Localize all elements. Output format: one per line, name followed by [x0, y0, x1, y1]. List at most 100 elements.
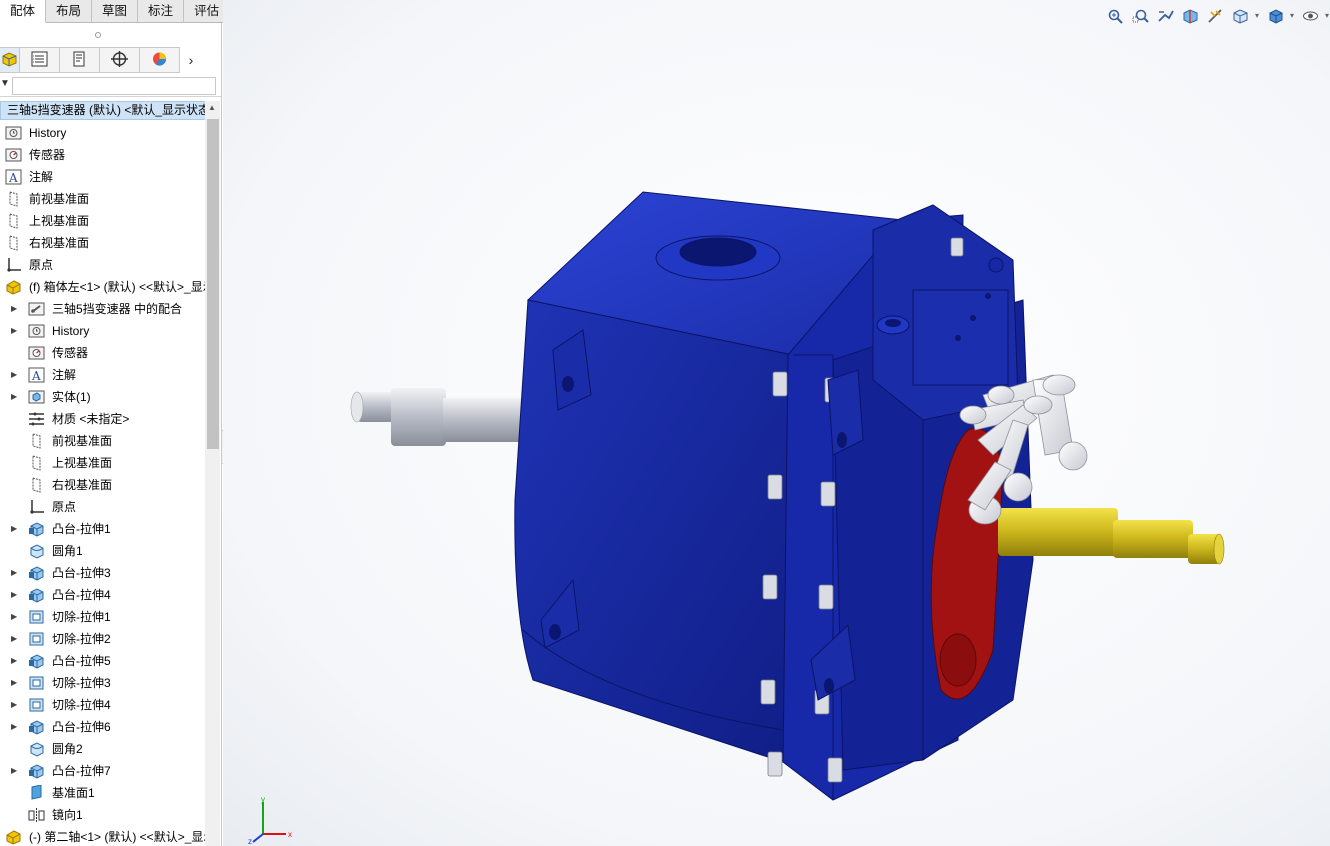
section-view-icon: [1182, 8, 1199, 27]
expand-arrow-icon[interactable]: ▶: [11, 518, 21, 540]
zoom-to-area-button[interactable]: [1128, 5, 1153, 29]
tree-item[interactable]: ▶ 凸台-拉伸7: [0, 760, 205, 782]
tree-item[interactable]: ▶ 切除-拉伸2: [0, 628, 205, 650]
tree-item[interactable]: (f) 箱体左<1> (默认) <<默认>_显示状态 1>: [0, 276, 205, 298]
expand-arrow-icon[interactable]: ▶: [11, 760, 21, 782]
assembly-cube-icon: [1, 51, 18, 70]
tree-item-label: (f) 箱体左<1> (默认) <<默认>_显示状态 1>: [29, 280, 205, 294]
tree-item[interactable]: 原点: [0, 496, 205, 518]
graphics-area[interactable]: [223, 0, 1330, 846]
ribbon-tab[interactable]: 标注: [138, 0, 185, 23]
tree-item[interactable]: ▶ 凸台-拉伸5: [0, 650, 205, 672]
tree-item[interactable]: 材质 <未指定>: [0, 408, 205, 430]
view-orientation-icon: [1232, 8, 1249, 27]
extrude-boss-icon: [28, 763, 45, 779]
tree-item-label: 原点: [29, 258, 54, 272]
expand-arrow-icon[interactable]: ▶: [11, 298, 21, 320]
ribbon-tab[interactable]: 布局: [46, 0, 93, 23]
tree-item[interactable]: 右视基准面: [0, 474, 205, 496]
tree-item[interactable]: ▶ 凸台-拉伸4: [0, 584, 205, 606]
tree-item[interactable]: 上视基准面: [0, 452, 205, 474]
svg-text:A: A: [8, 171, 18, 185]
annotation-icon: A: [28, 367, 45, 383]
panel-tab-display-manager[interactable]: [140, 47, 180, 73]
tree-item[interactable]: (-) 第二轴<1> (默认) <<默认>_显示状态 1>: [0, 826, 205, 846]
tree-item[interactable]: 上视基准面: [0, 210, 205, 232]
model-3d-view[interactable]: [223, 0, 1330, 846]
configuration-manager-icon: [111, 50, 128, 70]
tree-item[interactable]: ▶ 切除-拉伸3: [0, 672, 205, 694]
tree-item[interactable]: ▶ 切除-拉伸4: [0, 694, 205, 716]
expand-arrow-icon[interactable]: ▶: [11, 584, 21, 606]
view-orientation-button[interactable]: [1228, 5, 1259, 29]
tree-item[interactable]: 基准面1: [0, 782, 205, 804]
tree-item[interactable]: 圆角2: [0, 738, 205, 760]
history-icon: [5, 125, 22, 141]
panel-tab-property-manager[interactable]: [60, 47, 100, 73]
tree-item[interactable]: 镜向1: [0, 804, 205, 826]
tree-item[interactable]: 传感器: [0, 342, 205, 364]
ref-plane-icon: [28, 784, 45, 801]
tree-item[interactable]: ▶ History: [0, 320, 205, 342]
tree-item[interactable]: 原点: [0, 254, 205, 276]
tree-filter-input[interactable]: [12, 77, 216, 95]
expand-arrow-icon[interactable]: ▶: [11, 320, 21, 342]
panel-tab-assembly-cube[interactable]: [0, 47, 20, 73]
expand-arrow-icon[interactable]: ▶: [11, 694, 21, 716]
tree-scrollbar[interactable]: ▲: [205, 101, 220, 846]
tree-item-label: 右视基准面: [29, 236, 90, 250]
tree-item[interactable]: ▶ 三轴5挡变速器 中的配合: [0, 298, 205, 320]
tree-root-label: 三轴5挡变速器 (默认) <默认_显示状态-1>: [7, 103, 216, 117]
tree-root-assembly[interactable]: 三轴5挡变速器 (默认) <默认_显示状态-1>: [0, 101, 216, 120]
expand-arrow-icon[interactable]: ▶: [11, 716, 21, 738]
tree-item[interactable]: 传感器: [0, 144, 205, 166]
tree-item[interactable]: 右视基准面: [0, 232, 205, 254]
feature-manager-icon: [31, 51, 48, 70]
tree-item-label: 凸台-拉伸3: [52, 566, 111, 580]
tree-item[interactable]: A 注解: [0, 166, 205, 188]
reference-triad: y x z: [248, 796, 292, 844]
filter-funnel-icon[interactable]: ▼: [0, 78, 10, 89]
tree-item[interactable]: 圆角1: [0, 540, 205, 562]
tree-item[interactable]: 前视基准面: [0, 430, 205, 452]
expand-arrow-icon[interactable]: ▶: [11, 672, 21, 694]
dynamic-annotation-button[interactable]: [1203, 5, 1228, 29]
tree-item[interactable]: History: [0, 122, 205, 144]
expand-arrow-icon[interactable]: ▶: [11, 606, 21, 628]
tree-item[interactable]: 前视基准面: [0, 188, 205, 210]
expand-arrow-icon[interactable]: ▶: [11, 386, 21, 408]
tree-item-label: 传感器: [52, 346, 89, 360]
ribbon-tab[interactable]: 草图: [92, 0, 139, 23]
tree-item[interactable]: ▶ A 注解: [0, 364, 205, 386]
zoom-to-fit-button[interactable]: [1103, 5, 1128, 29]
panel-grip-handle[interactable]: [95, 32, 101, 38]
zoom-to-fit-icon: [1107, 8, 1124, 27]
plane-icon: [28, 477, 45, 493]
expand-arrow-icon[interactable]: ▶: [11, 364, 21, 386]
tree-item[interactable]: ▶ 切除-拉伸1: [0, 606, 205, 628]
tree-item[interactable]: ▶ 实体(1): [0, 386, 205, 408]
section-view-button[interactable]: [1178, 5, 1203, 29]
ribbon-tab[interactable]: 配体: [0, 0, 47, 23]
tree-item-label: 前视基准面: [52, 434, 113, 448]
tree-item-label: 切除-拉伸4: [52, 698, 111, 712]
expand-arrow-icon[interactable]: ▶: [11, 650, 21, 672]
part-icon: [5, 279, 22, 295]
tree-item[interactable]: ▶ 凸台-拉伸1: [0, 518, 205, 540]
panel-tab-feature-manager[interactable]: [20, 47, 60, 73]
zoom-to-area-icon: [1132, 8, 1149, 27]
tree-item-label: 右视基准面: [52, 478, 113, 492]
expand-arrow-icon[interactable]: ▶: [11, 628, 21, 650]
display-style-button[interactable]: [1263, 5, 1294, 29]
tree-item[interactable]: ▶ 凸台-拉伸3: [0, 562, 205, 584]
scrollbar-thumb[interactable]: [207, 119, 219, 449]
solid-body-icon: [28, 389, 45, 405]
previous-view-button[interactable]: [1153, 5, 1178, 29]
panel-tabs-more-button[interactable]: ›: [180, 47, 202, 73]
tree-item[interactable]: ▶ 凸台-拉伸6: [0, 716, 205, 738]
plane-icon: [5, 213, 22, 229]
hide-show-items-button[interactable]: [1298, 5, 1329, 29]
panel-tab-configuration-manager[interactable]: [100, 47, 140, 73]
scroll-up-arrow-icon[interactable]: ▲: [208, 103, 216, 112]
expand-arrow-icon[interactable]: ▶: [11, 562, 21, 584]
